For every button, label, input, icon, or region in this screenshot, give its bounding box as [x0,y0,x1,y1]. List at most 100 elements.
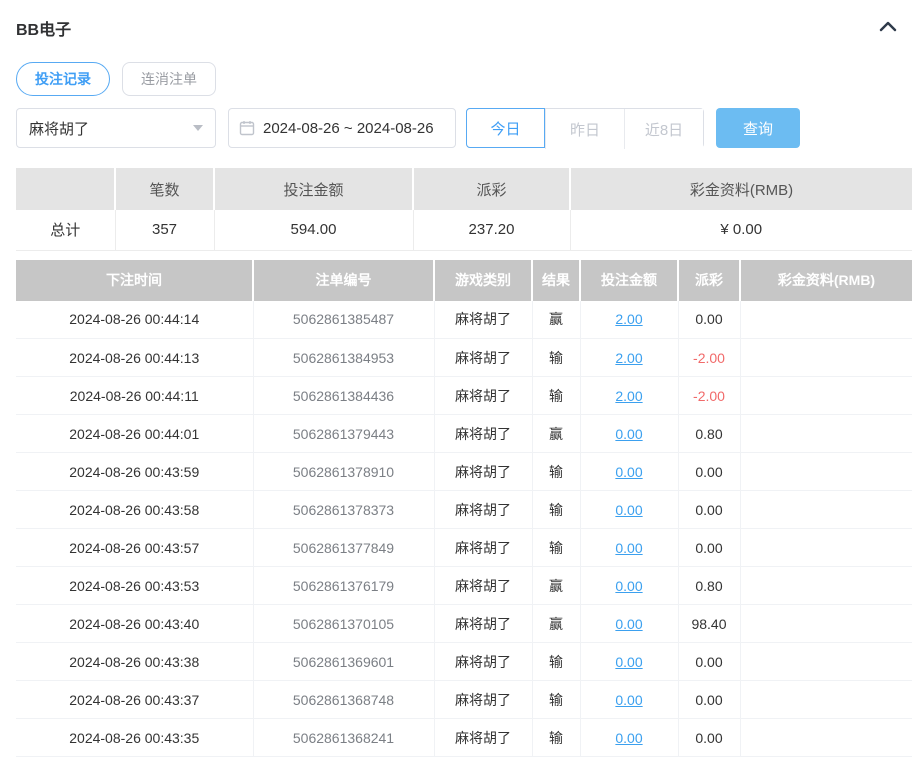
summary-total-bet-amount: 594.00 [214,210,413,250]
bet-time-cell: 2024-08-26 00:43:57 [16,529,253,567]
header-bet-amount: 投注金额 [580,260,678,301]
bet-table-body: 2024-08-26 00:44:14 5062861385487 麻将胡了 赢… [16,301,912,757]
table-row: 2024-08-26 00:44:14 5062861385487 麻将胡了 赢… [16,301,912,339]
game-select[interactable]: 麻将胡了 [16,108,216,148]
table-row: 2024-08-26 00:43:37 5062861368748 麻将胡了 输… [16,681,912,719]
chevron-down-icon [193,125,203,131]
bet-amount-cell: 2.00 [580,301,678,339]
table-row: 2024-08-26 00:43:53 5062861376179 麻将胡了 赢… [16,567,912,605]
bet-time-cell: 2024-08-26 00:43:37 [16,681,253,719]
bonus-cell [740,719,912,757]
summary-header-bonus: 彩金资料(RMB) [570,168,912,210]
game-type-cell: 麻将胡了 [434,681,532,719]
table-row: 2024-08-26 00:43:40 5062861370105 麻将胡了 赢… [16,605,912,643]
query-button[interactable]: 查询 [716,108,800,148]
last-8-days-button[interactable]: 近8日 [624,109,703,149]
order-number-cell: 5062861370105 [253,605,434,643]
payout-cell: 0.00 [678,491,740,529]
panel-title: BB电子 [16,16,71,40]
order-number-cell: 5062861378373 [253,491,434,529]
bonus-cell [740,301,912,339]
summary-total-row: 总计 357 594.00 237.20 ¥ 0.00 [16,210,912,250]
summary-header-blank [16,168,115,210]
bet-records-table: 下注时间 注单编号 游戏类别 结果 投注金额 派彩 彩金资料(RMB) 2024… [16,260,912,757]
order-number-cell: 5062861376179 [253,567,434,605]
today-button[interactable]: 今日 [466,108,545,148]
record-tabs: 投注记录 连消注单 [16,62,912,96]
bonus-cell [740,605,912,643]
bonus-cell [740,681,912,719]
bet-time-cell: 2024-08-26 00:43:40 [16,605,253,643]
payout-cell: -2.00 [678,377,740,415]
game-type-cell: 麻将胡了 [434,567,532,605]
bet-amount-link[interactable]: 0.00 [615,464,642,480]
collapse-panel-button[interactable] [878,18,898,38]
summary-header-payout: 派彩 [413,168,570,210]
quick-date-button-group: 今日 昨日 近8日 [466,108,704,148]
bet-records-panel: BB电子 投注记录 连消注单 麻将胡了 2024-08-26 ~ 2024-08… [0,0,912,757]
bet-amount-link[interactable]: 0.00 [615,616,642,632]
tab-bet-records[interactable]: 投注记录 [16,62,110,96]
bet-amount-link[interactable]: 0.00 [615,502,642,518]
result-cell: 输 [532,681,580,719]
bet-amount-link[interactable]: 0.00 [615,654,642,670]
order-number-cell: 5062861369601 [253,643,434,681]
game-type-cell: 麻将胡了 [434,339,532,377]
bet-amount-link[interactable]: 0.00 [615,426,642,442]
result-cell: 输 [532,339,580,377]
bet-amount-cell: 0.00 [580,529,678,567]
summary-total-bonus: ¥ 0.00 [570,210,912,250]
bet-time-cell: 2024-08-26 00:44:13 [16,339,253,377]
result-cell: 赢 [532,301,580,339]
game-type-cell: 麻将胡了 [434,301,532,339]
bet-amount-link[interactable]: 2.00 [615,311,642,327]
table-row: 2024-08-26 00:44:13 5062861384953 麻将胡了 输… [16,339,912,377]
order-number-cell: 5062861379443 [253,415,434,453]
bet-amount-link[interactable]: 0.00 [615,578,642,594]
order-number-cell: 5062861384436 [253,377,434,415]
bonus-cell [740,567,912,605]
panel-header: BB电子 [16,16,912,40]
bet-amount-cell: 0.00 [580,719,678,757]
summary-total-payout: 237.20 [413,210,570,250]
payout-cell: 0.00 [678,529,740,567]
bet-amount-link[interactable]: 0.00 [615,540,642,556]
tab-cancelled-orders[interactable]: 连消注单 [122,62,216,96]
header-bonus: 彩金资料(RMB) [740,260,912,301]
payout-cell: -2.00 [678,339,740,377]
header-order-number: 注单编号 [253,260,434,301]
result-cell: 输 [532,491,580,529]
bet-amount-cell: 0.00 [580,415,678,453]
result-cell: 赢 [532,605,580,643]
bet-amount-link[interactable]: 2.00 [615,350,642,366]
bonus-cell [740,453,912,491]
payout-cell: 0.80 [678,415,740,453]
result-cell: 赢 [532,567,580,605]
bet-time-cell: 2024-08-26 00:43:38 [16,643,253,681]
bet-time-cell: 2024-08-26 00:44:01 [16,415,253,453]
order-number-cell: 5062861385487 [253,301,434,339]
bet-time-cell: 2024-08-26 00:43:35 [16,719,253,757]
yesterday-button[interactable]: 昨日 [545,109,624,149]
game-type-cell: 麻将胡了 [434,491,532,529]
result-cell: 输 [532,377,580,415]
order-number-cell: 5062861384953 [253,339,434,377]
table-row: 2024-08-26 00:44:11 5062861384436 麻将胡了 输… [16,377,912,415]
bonus-cell [740,377,912,415]
bet-amount-cell: 0.00 [580,453,678,491]
bet-amount-cell: 0.00 [580,567,678,605]
bet-amount-link[interactable]: 0.00 [615,692,642,708]
bonus-cell [740,491,912,529]
summary-header-count: 笔数 [115,168,214,210]
table-row: 2024-08-26 00:43:58 5062861378373 麻将胡了 输… [16,491,912,529]
summary-total-label: 总计 [16,210,115,250]
bet-time-cell: 2024-08-26 00:43:59 [16,453,253,491]
order-number-cell: 5062861378910 [253,453,434,491]
bet-amount-link[interactable]: 2.00 [615,388,642,404]
table-row: 2024-08-26 00:43:57 5062861377849 麻将胡了 输… [16,529,912,567]
result-cell: 输 [532,529,580,567]
date-range-input[interactable]: 2024-08-26 ~ 2024-08-26 [228,108,456,148]
order-number-cell: 5062861368241 [253,719,434,757]
payout-cell: 0.00 [678,681,740,719]
bonus-cell [740,339,912,377]
